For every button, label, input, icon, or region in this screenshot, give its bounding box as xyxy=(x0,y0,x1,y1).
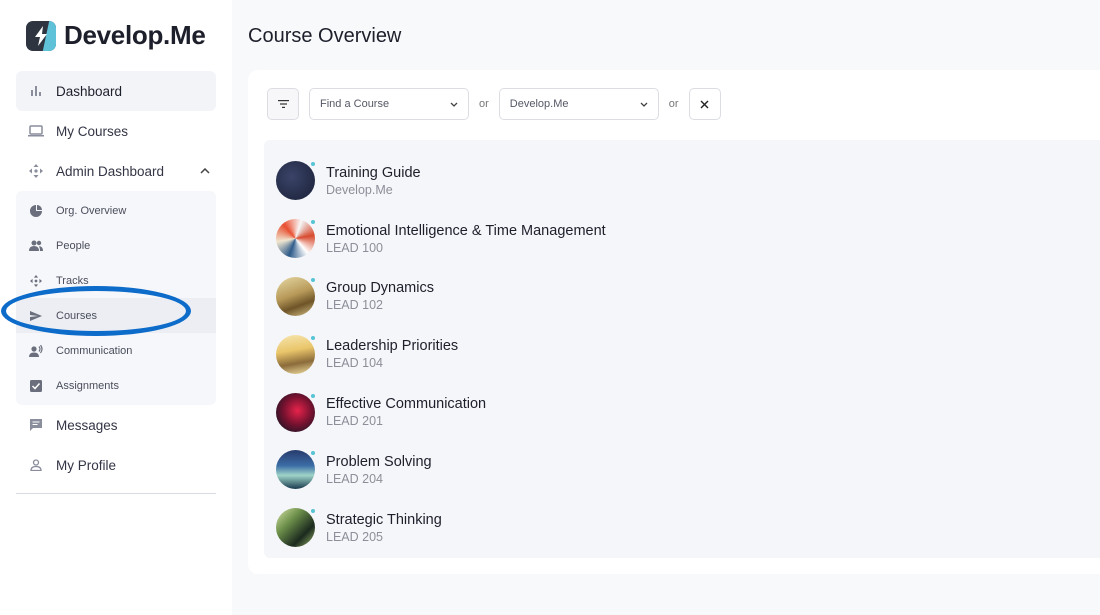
pie-chart-icon xyxy=(28,203,44,219)
filter-icon xyxy=(277,100,289,108)
sidebar-item-label: Courses xyxy=(56,309,97,322)
course-thumbnail xyxy=(276,219,316,259)
course-panel: Find a Course or Develop.Me or Training … xyxy=(248,70,1100,574)
page-title: Course Overview xyxy=(248,25,402,47)
sidebar-item-my-courses[interactable]: My Courses xyxy=(16,111,216,151)
status-dot xyxy=(310,334,316,341)
list-item[interactable]: Leadership Priorities LEAD 104 xyxy=(264,325,1100,383)
move-icon xyxy=(28,163,44,179)
laptop-icon xyxy=(28,123,44,139)
bar-chart-icon xyxy=(28,83,44,99)
course-thumbnail xyxy=(276,392,316,432)
sidebar-item-label: Dashboard xyxy=(56,83,123,99)
list-item[interactable]: Group Dynamics LEAD 102 xyxy=(264,268,1100,326)
list-item[interactable]: Emotional Intelligence & Time Management… xyxy=(264,210,1100,268)
course-thumbnail xyxy=(276,508,316,548)
course-select-value: Find a Course xyxy=(320,98,390,110)
course-title: Training Guide xyxy=(326,164,421,181)
sidebar-item-label: People xyxy=(56,239,91,252)
status-dot xyxy=(310,508,316,515)
people-icon xyxy=(28,238,44,254)
main-content: Course Overview Find a Course or Develop… xyxy=(232,0,1100,615)
chevron-up-icon[interactable] xyxy=(200,165,210,177)
sidebar-item-messages[interactable]: Messages xyxy=(16,405,216,445)
sidebar-item-label: My Courses xyxy=(56,123,129,139)
sidebar-item-label: Messages xyxy=(56,417,118,433)
move-icon xyxy=(28,273,44,289)
or-label: or xyxy=(479,98,489,110)
course-code: LEAD 204 xyxy=(326,471,383,486)
status-dot xyxy=(310,392,316,399)
checkbox-icon xyxy=(28,378,44,394)
sidebar-item-label: Tracks xyxy=(56,274,89,287)
course-thumbnail xyxy=(276,334,316,374)
filter-button[interactable] xyxy=(267,88,299,120)
filter-bar: Find a Course or Develop.Me or xyxy=(267,88,721,120)
sidebar-item-people[interactable]: People xyxy=(16,228,216,263)
sidebar-item-communication[interactable]: Communication xyxy=(16,333,216,368)
course-title: Group Dynamics xyxy=(326,280,434,297)
course-code: LEAD 201 xyxy=(326,414,383,429)
status-dot xyxy=(310,161,316,168)
status-dot xyxy=(310,219,316,226)
course-title: Leadership Priorities xyxy=(326,338,459,355)
status-dot xyxy=(310,450,316,457)
sidebar-item-assignments[interactable]: Assignments xyxy=(16,368,216,403)
org-select-value: Develop.Me xyxy=(509,98,569,110)
course-title: Strategic Thinking xyxy=(326,511,442,528)
course-code: LEAD 102 xyxy=(326,298,383,313)
sidebar: Develop.Me Dashboard My Courses Admin Da… xyxy=(0,0,232,615)
course-code: LEAD 100 xyxy=(326,240,383,255)
sidebar-item-label: My Profile xyxy=(56,457,117,473)
sidebar-divider xyxy=(16,493,216,494)
chevron-down-icon xyxy=(450,99,458,110)
person-icon xyxy=(28,457,44,473)
list-item[interactable]: Training Guide Develop.Me xyxy=(264,152,1100,210)
list-item[interactable]: Problem Solving LEAD 204 xyxy=(264,441,1100,499)
close-icon xyxy=(700,100,709,108)
course-title: Problem Solving xyxy=(326,453,432,470)
course-select[interactable]: Find a Course xyxy=(309,88,469,120)
clear-filter-button[interactable] xyxy=(688,88,721,120)
sidebar-item-my-profile[interactable]: My Profile xyxy=(16,445,216,485)
send-icon xyxy=(28,308,44,324)
sidebar-item-tracks[interactable]: Tracks xyxy=(16,263,216,298)
list-item[interactable]: Effective Communication LEAD 201 xyxy=(264,383,1100,441)
record-voice-icon xyxy=(28,343,44,359)
brand-name: Develop.Me xyxy=(64,20,206,50)
course-thumbnail xyxy=(276,450,316,490)
admin-subnav: Org. Overview People Tracks Courses Comm… xyxy=(16,191,216,405)
sidebar-item-dashboard[interactable]: Dashboard xyxy=(16,71,216,111)
org-select[interactable]: Develop.Me xyxy=(498,88,659,120)
chevron-down-icon xyxy=(640,99,648,110)
sidebar-item-admin-dashboard[interactable]: Admin Dashboard xyxy=(16,151,216,191)
course-code: LEAD 104 xyxy=(326,356,383,371)
sidebar-item-label: Admin Dashboard xyxy=(56,163,165,179)
course-code: LEAD 205 xyxy=(326,529,383,544)
course-code: Develop.Me xyxy=(326,182,393,197)
course-title: Effective Communication xyxy=(326,396,487,413)
course-title: Emotional Intelligence & Time Management xyxy=(326,222,606,239)
course-list: Training Guide Develop.Me Emotional Inte… xyxy=(264,140,1100,558)
sidebar-item-label: Assignments xyxy=(56,379,119,392)
sidebar-item-org-overview[interactable]: Org. Overview xyxy=(16,193,216,228)
course-thumbnail xyxy=(276,161,316,201)
sidebar-item-courses[interactable]: Courses xyxy=(16,298,216,333)
sidebar-nav: Dashboard My Courses Admin Dashboard Org… xyxy=(16,71,216,485)
or-label: or xyxy=(668,98,679,110)
list-item[interactable]: Strategic Thinking LEAD 205 xyxy=(264,499,1100,557)
sidebar-item-label: Org. Overview xyxy=(56,204,127,217)
logo-icon xyxy=(26,20,56,51)
sidebar-item-label: Communication xyxy=(56,344,133,357)
status-dot xyxy=(310,276,316,283)
message-icon xyxy=(28,417,44,433)
logo[interactable]: Develop.Me xyxy=(26,20,206,51)
course-thumbnail xyxy=(276,276,316,316)
